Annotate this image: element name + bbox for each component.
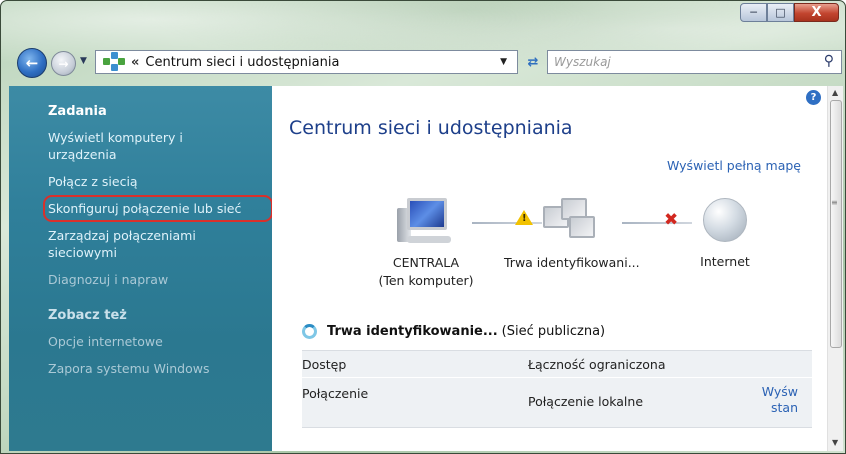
close-icon: X [811,5,822,20]
network-details-table: Dostęp Łączność ograniczona Połączenie P… [302,350,812,428]
task-setup-connection[interactable]: Skonfiguruj połączenie lub sieć [43,195,273,222]
node-unidentified-network[interactable]: Trwa identyfikowani... [504,198,640,272]
network-status-name: Trwa identyfikowanie... [327,324,498,339]
maximize-icon: □ [775,6,786,19]
refresh-icon: ⇄ [527,54,539,70]
vertical-scrollbar[interactable]: ▲ ≡ ▼ [827,86,843,451]
computer-icon [397,198,455,246]
task-pane: Zadania Wyświetl komputery i urządzenia … [9,86,273,451]
scroll-grip-icon: ≡ [831,198,838,207]
connection-label: Połączenie [302,386,369,401]
disconnected-x-icon: ✖ [664,210,679,230]
busy-spinner-icon [302,324,317,339]
internet-name: Internet [700,254,750,269]
view-status-line2: stan [771,400,798,415]
connection-line-internet [622,222,692,224]
view-status-link[interactable]: Wyśw stan [758,378,798,427]
main-content: ? Centrum sieci i udostępniania Wyświetl… [272,86,827,451]
search-input[interactable] [554,55,804,69]
breadcrumb-overflow[interactable]: « [131,55,139,70]
page-title: Centrum sieci i udostępniania [289,117,573,139]
maximize-button[interactable]: □ [767,3,794,22]
help-icon[interactable]: ? [806,90,821,105]
view-status-line1: Wyśw [761,384,798,399]
back-arrow-icon: ← [25,54,39,72]
table-row: Połączenie Połączenie lokalne Wyśw stan [302,377,812,427]
chevron-down-icon: ▼ [80,56,87,66]
task-view-computers[interactable]: Wyświetl komputery i urządzenia [48,129,253,163]
see-also-heading: Zobacz też [48,308,127,323]
network-icon [539,198,599,246]
view-full-map-link[interactable]: Wyświetl pełną mapę [667,158,801,173]
see-also-windows-firewall[interactable]: Zapora systemu Windows [48,360,253,377]
see-also-internet-options[interactable]: Opcje internetowe [48,333,253,350]
address-bar[interactable]: « Centrum sieci i udostępniania ▼ [95,50,518,74]
search-icon[interactable]: ⚲ [824,53,834,69]
scroll-down-icon[interactable]: ▼ [832,438,838,447]
network-status-type: (Sieć publiczna) [501,324,606,339]
caption-buttons: ─ □ X [740,3,839,22]
network-center-icon [103,52,125,72]
back-button[interactable]: ← [17,48,47,78]
window-frame: ─ □ X ← → ▼ « Centrum sieci i udostępnia… [0,0,846,454]
close-button[interactable]: X [794,3,839,22]
tasks-heading: Zadania [48,104,107,119]
node-internet[interactable]: Internet [685,198,765,271]
task-connect-to-network[interactable]: Połącz z siecią [48,173,253,190]
forward-button[interactable]: → [51,51,76,76]
scroll-up-icon[interactable]: ▲ [832,88,838,97]
search-box[interactable]: ⚲ [547,50,842,74]
minimize-button[interactable]: ─ [740,3,767,22]
refresh-button[interactable]: ⇄ [521,50,545,74]
table-row: Dostęp Łączność ograniczona [302,351,812,377]
breadcrumb[interactable]: Centrum sieci i udostępniania [145,55,339,70]
network-name: Trwa identyfikowani... [504,255,640,270]
access-label: Dostęp [302,356,347,372]
recent-pages-dropdown[interactable]: ▼ [80,56,87,66]
computer-subtitle: (Ten komputer) [378,273,474,288]
task-manage-connections[interactable]: Zarządzaj połączeniami sieciowymi [48,227,253,261]
access-value: Łączność ograniczona [528,356,666,372]
connection-value: Połączenie lokalne [528,394,644,409]
forward-arrow-icon: → [58,56,69,71]
network-status: Trwa identyfikowanie... (Sieć publiczna) [302,324,605,339]
task-diagnose-repair[interactable]: Diagnozuj i napraw [48,271,253,288]
minimize-icon: ─ [750,6,757,19]
globe-icon [703,198,747,242]
address-dropdown-icon[interactable]: ▼ [500,57,507,67]
scroll-thumb[interactable] [830,100,842,348]
computer-name: CENTRALA [392,255,460,270]
node-this-computer[interactable]: CENTRALA (Ten komputer) [370,198,482,290]
